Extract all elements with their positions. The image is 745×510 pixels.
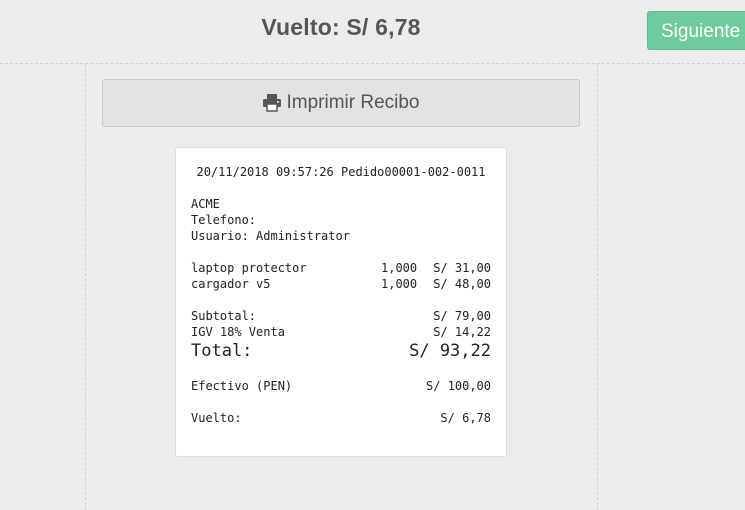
print-icon bbox=[262, 94, 282, 112]
receipt-total-label: Total: bbox=[191, 341, 253, 361]
print-receipt-button[interactable]: Imprimir Recibo bbox=[102, 79, 580, 127]
change-title: Vuelto: S/ 6,78 bbox=[261, 14, 421, 40]
receipt-tax-label: IGV 18% Venta bbox=[191, 325, 285, 339]
receipt-company: ACME bbox=[191, 197, 220, 211]
receipt-phone: Telefono: bbox=[191, 213, 257, 227]
right-divider bbox=[597, 64, 598, 510]
receipt: 20/11/2018 09:57:26 Pedido00001-002-0011… bbox=[175, 147, 507, 457]
receipt-item-price: S/ 31,00 bbox=[433, 261, 491, 275]
receipt-subtotal-label: Subtotal: bbox=[191, 309, 257, 323]
left-divider bbox=[85, 64, 86, 510]
next-button[interactable]: Siguiente bbox=[647, 11, 745, 50]
receipt-user: Usuario: Administrator bbox=[191, 229, 350, 243]
receipt-subtotal-value: S/ 79,00 bbox=[433, 309, 491, 323]
receipt-item-name: laptop protector bbox=[191, 261, 307, 275]
receipt-header: 20/11/2018 09:57:26 Pedido00001-002-0011 bbox=[176, 165, 506, 179]
receipt-payment-value: S/ 100,00 bbox=[425, 379, 491, 393]
receipt-order-id: Pedido00001-002-0011 bbox=[341, 165, 486, 179]
receipt-datetime: 20/11/2018 09:57:26 bbox=[196, 165, 334, 179]
print-receipt-label: Imprimir Recibo bbox=[286, 92, 420, 113]
top-bar: Vuelto: S/ 6,78 Siguiente bbox=[0, 0, 745, 64]
receipt-change-value: S/ 6,78 bbox=[440, 411, 491, 425]
receipt-item-price: S/ 48,00 bbox=[433, 277, 491, 291]
receipt-item-name: cargador v5 bbox=[191, 277, 271, 291]
receipt-total-value: S/ 93,22 bbox=[409, 341, 491, 361]
receipt-item-qty: 1,000 bbox=[381, 261, 418, 275]
receipt-item-qty: 1,000 bbox=[381, 277, 418, 291]
receipt-tax-value: S/ 14,22 bbox=[433, 325, 491, 339]
receipt-change-label: Vuelto: bbox=[191, 411, 242, 425]
receipt-payment-label: Efectivo (PEN) bbox=[191, 379, 293, 393]
